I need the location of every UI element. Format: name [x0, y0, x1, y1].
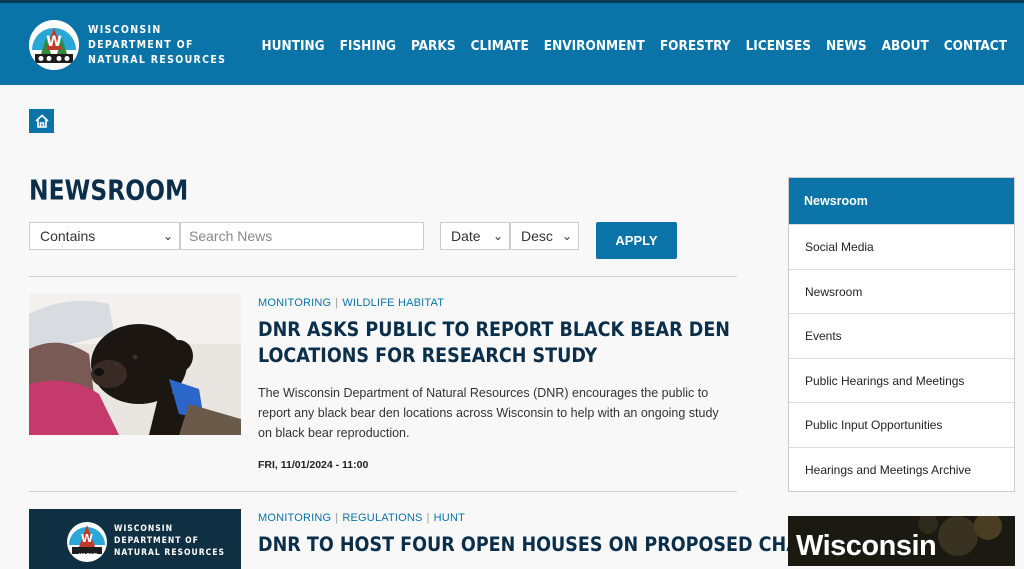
main-nav: HUNTING FISHING PARKS CLIMATE ENVIRONMEN… — [262, 38, 1008, 54]
site-header: W WISCONSIN DEPARTMENT OF NATURAL RESOUR… — [0, 0, 1024, 85]
logo-line: WISCONSIN — [88, 24, 162, 36]
sidebar-item-public-input[interactable]: Public Input Opportunities — [789, 402, 1014, 447]
article-date: FRI, 11/01/2024 - 11:00 — [258, 459, 369, 471]
chevron-down-icon: ⌄ — [561, 229, 572, 243]
nav-licenses[interactable]: LICENSES — [746, 38, 811, 54]
apply-button[interactable]: APPLY — [596, 222, 677, 259]
logo-line: DEPARTMENT OF — [88, 39, 194, 51]
chevron-down-icon: ⌄ — [162, 229, 173, 243]
article-image-dnr-logo[interactable]: W WISCONSIN DEPARTMENT OF NATURAL RESOUR… — [29, 509, 241, 569]
nav-climate[interactable]: CLIMATE — [471, 38, 529, 54]
match-select[interactable]: Contains ⌄ — [29, 222, 180, 250]
tag-link[interactable]: WILDLIFE HABITAT — [342, 297, 444, 309]
home-breadcrumb[interactable] — [29, 109, 54, 133]
logo-wordmark[interactable]: WISCONSIN DEPARTMENT OF NATURAL RESOURCE… — [88, 23, 226, 68]
match-select-value: Contains — [40, 228, 96, 244]
page-title: NEWSROOM — [29, 175, 189, 207]
article-tags: MONITORING | REGULATIONS | HUNT — [258, 512, 466, 524]
nav-forestry[interactable]: FORESTRY — [660, 38, 731, 54]
sidebar-item-events[interactable]: Events — [789, 313, 1014, 358]
divider — [29, 276, 737, 277]
nav-parks[interactable]: PARKS — [411, 38, 456, 54]
sidebar-item-public-hearings[interactable]: Public Hearings and Meetings — [789, 357, 1014, 403]
logo-line: NATURAL RESOURCES — [88, 54, 227, 66]
tag-link[interactable]: REGULATIONS — [342, 512, 422, 524]
sidebar-item-hearings-archive[interactable]: Hearings and Meetings Archive — [789, 446, 1014, 492]
thumb-badge: WI DNR — [79, 553, 98, 559]
sort-order-select[interactable]: Desc ⌄ — [510, 222, 579, 250]
sidebar-promo-image[interactable]: Wisconsin — [788, 516, 1015, 566]
divider — [29, 491, 737, 492]
nav-environment[interactable]: ENVIRONMENT — [544, 38, 645, 54]
sidebar-item-newsroom[interactable]: Newsroom — [789, 268, 1014, 314]
sort-field-select[interactable]: Date ⌄ — [440, 222, 510, 250]
tag-link[interactable]: MONITORING — [258, 512, 331, 524]
promo-text: Wisconsin — [796, 530, 937, 562]
home-icon — [34, 114, 49, 128]
sort-field-value: Date — [451, 228, 481, 244]
thumb-line: WISCONSIN — [114, 524, 174, 534]
article-image-bear-cub[interactable] — [29, 294, 241, 435]
search-input[interactable]: Search News — [180, 222, 424, 250]
thumb-line: DEPARTMENT OF — [114, 536, 199, 546]
article-description: The Wisconsin Department of Natural Reso… — [258, 386, 719, 440]
tag-link[interactable]: HUNT — [434, 512, 465, 524]
sidebar-menu: Newsroom Social Media Newsroom Events Pu… — [788, 177, 1015, 492]
article-title[interactable]: DNR ASKS PUBLIC TO REPORT BLACK BEAR DEN… — [258, 317, 738, 369]
thumb-wordmark: WISCONSIN DEPARTMENT OF NATURAL RESOURCE… — [114, 523, 225, 559]
dnr-logo[interactable]: W — [29, 20, 79, 70]
sidebar-item-active[interactable]: Newsroom — [789, 178, 1014, 224]
nav-contact[interactable]: CONTACT — [944, 38, 1007, 54]
nav-fishing[interactable]: FISHING — [340, 38, 396, 54]
article-title[interactable]: DNR TO HOST FOUR OPEN HOUSES ON PROPOSED… — [258, 532, 887, 558]
chevron-down-icon: ⌄ — [492, 229, 503, 243]
tag-link[interactable]: MONITORING — [258, 297, 331, 309]
article-tags: MONITORING | WILDLIFE HABITAT — [258, 297, 445, 309]
thumb-line: NATURAL RESOURCES — [114, 548, 225, 558]
svg-text:W: W — [46, 34, 61, 50]
svg-text:W: W — [81, 532, 93, 545]
sidebar-item-social-media[interactable]: Social Media — [789, 224, 1014, 269]
nav-hunting[interactable]: HUNTING — [262, 38, 325, 54]
sort-order-value: Desc — [521, 228, 553, 244]
nav-about[interactable]: ABOUT — [882, 38, 929, 54]
nav-news[interactable]: NEWS — [826, 38, 867, 54]
